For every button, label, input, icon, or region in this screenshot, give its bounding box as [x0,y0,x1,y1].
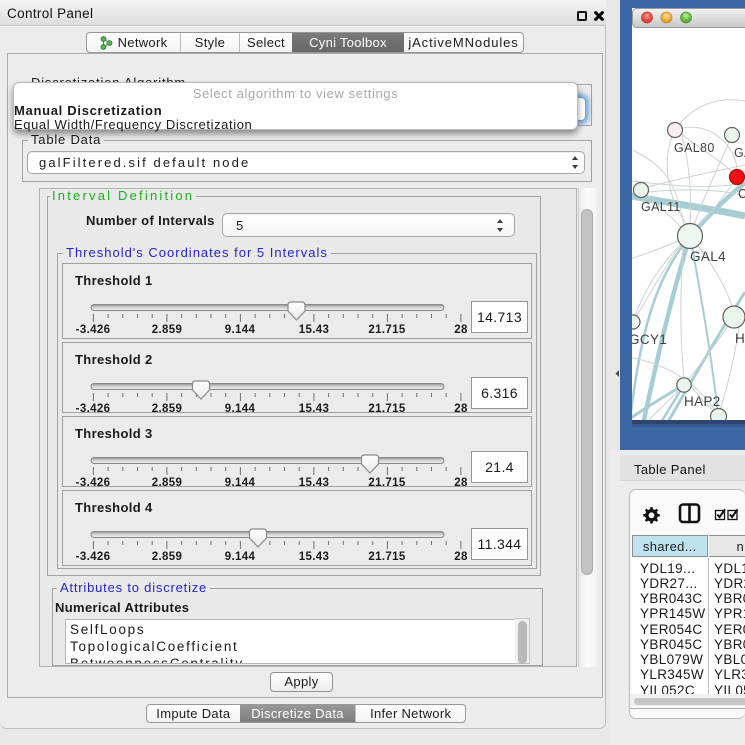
svg-text:GAL4: GAL4 [690,249,726,264]
svg-text:GAL11: GAL11 [641,200,681,214]
svg-text:GAL2: GAL2 [734,146,745,160]
svg-text:C: C [738,187,745,201]
svg-text:GCY1: GCY1 [629,332,667,347]
svg-text:H: H [735,331,745,346]
svg-text:GAL80: GAL80 [674,141,715,155]
svg-text:HAP2: HAP2 [684,394,721,409]
